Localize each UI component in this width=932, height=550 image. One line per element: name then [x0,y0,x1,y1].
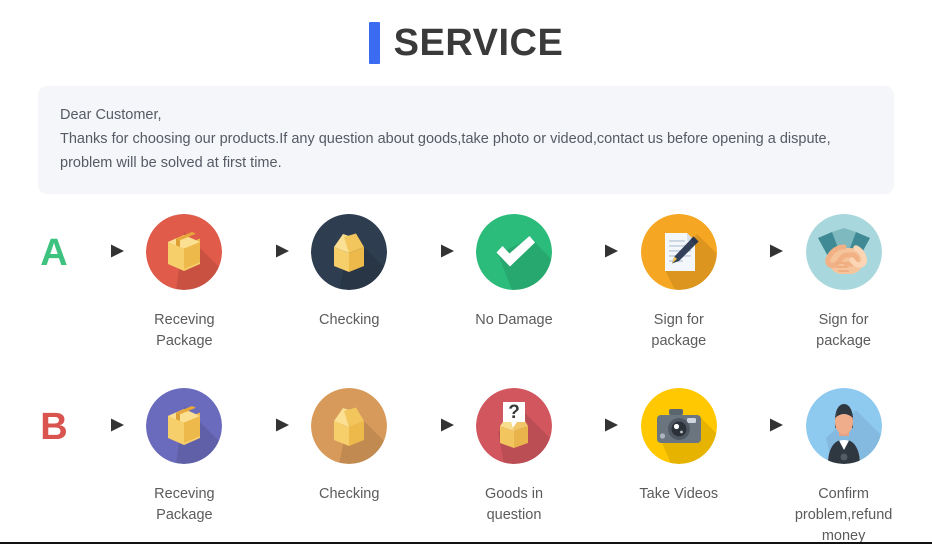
open-box-icon [311,214,388,290]
flow-step: No Damage [460,208,569,331]
flow-step: Sign for package [624,208,733,352]
flow-step: Checking [295,208,404,331]
notice-line-1: Dear Customer, [60,107,162,123]
notice-line-3: problem will be solved at first time. [60,155,282,171]
flow-badge-a: A [40,232,68,274]
flow-step-label: No Damage [475,312,553,328]
flow-step-label: Sign for package [651,312,707,349]
flow-step: Sign for package [789,208,898,352]
flow-step-label: Goods in question [484,486,544,523]
right-arrow-icon [404,208,460,294]
flow-step-label: Receving Package [154,486,215,523]
flow-badge-b: B [40,406,68,448]
page-title: SERVICE [0,0,932,64]
check-mark-icon [475,214,552,290]
flow-step-label: Receving Package [154,312,215,349]
right-arrow-icon [568,208,624,294]
right-arrow-icon [74,382,130,468]
customer-notice-box: Dear Customer, Thanks for choosing our p… [38,86,894,194]
right-arrow-icon [239,382,295,468]
right-arrow-icon [239,208,295,294]
flow-step-label: Take Videos [639,486,719,502]
flow-row-a: A Receving Package Checking No Damage Sign f… [34,208,898,352]
flow-step: Take Videos [624,382,733,505]
flow-row-b: B Receving Package Checking? Goods in quest… [34,382,898,547]
support-person-icon [805,388,882,464]
service-page: SERVICE Dear Customer, Thanks for choosi… [0,0,932,550]
flow-step: Receving Package [130,382,239,526]
camera-icon [640,388,717,464]
flow-step-label: Checking [318,486,380,502]
closed-box-icon [146,214,223,290]
right-arrow-icon [733,208,789,294]
flow-step: Receving Package [130,208,239,352]
flow-step-label: Confirm problem,refund money [794,486,893,544]
closed-box-icon [146,388,223,464]
handshake-icon [805,214,882,290]
right-arrow-icon [568,382,624,468]
document-pen-icon [640,214,717,290]
bottom-divider [0,542,932,544]
flow-container: A Receving Package Checking No Damage Sign f… [0,208,932,547]
flow-step: Confirm problem,refund money [789,382,898,547]
question-box-icon: ? [475,388,552,464]
svg-text:?: ? [508,402,520,423]
open-box-icon [311,388,388,464]
title-accent-bar [368,22,380,64]
right-arrow-icon [733,382,789,468]
flow-step: ? Goods in question [460,382,569,526]
flow-step-label: Sign for package [816,312,871,349]
right-arrow-icon [74,208,130,294]
right-arrow-icon [404,382,460,468]
notice-line-2: Thanks for choosing our products.If any … [60,131,831,147]
flow-step: Checking [295,382,404,505]
flow-step-label: Checking [318,312,380,328]
page-title-text: SERVICE [393,22,564,64]
